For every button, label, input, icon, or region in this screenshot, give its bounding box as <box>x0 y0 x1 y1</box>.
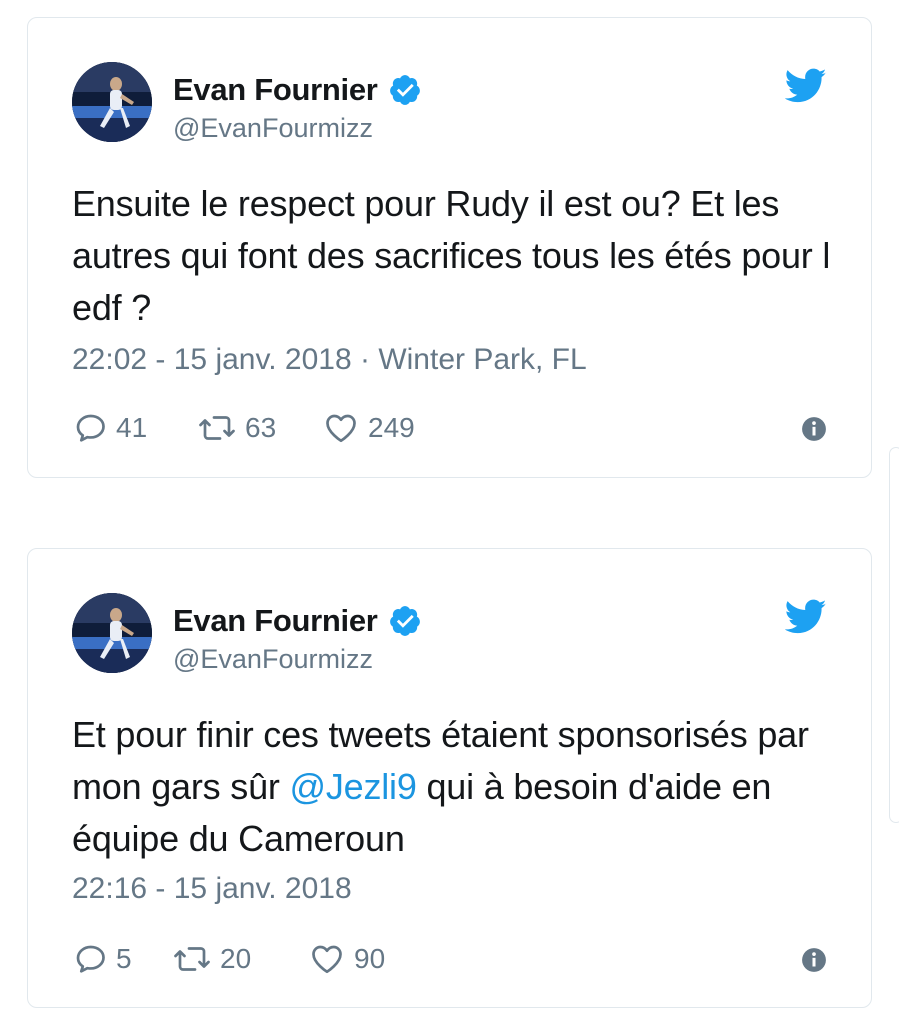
tweet-timestamp[interactable]: 22:16 - 15 janv. 2018 <box>72 872 352 906</box>
display-name[interactable]: Evan Fournier <box>173 603 378 639</box>
reply-button[interactable]: 41 <box>72 410 197 446</box>
tweet-timestamp-location[interactable]: 22:02 - 15 janv. 2018 · Winter Park, FL <box>72 343 587 377</box>
like-button[interactable]: 90 <box>308 941 385 977</box>
retweet-button[interactable]: 20 <box>172 941 308 977</box>
handle[interactable]: @EvanFourmizz <box>173 113 373 144</box>
reply-button[interactable]: 5 <box>72 941 172 977</box>
adjacent-card-edge <box>889 447 899 823</box>
like-count: 249 <box>368 412 415 443</box>
like-icon <box>312 945 342 974</box>
info-icon[interactable] <box>801 947 827 973</box>
retweet-count: 63 <box>245 412 277 443</box>
verified-badge-icon <box>389 606 420 636</box>
twitter-bird-icon[interactable] <box>785 68 827 104</box>
like-icon <box>326 414 356 443</box>
author-row: Evan Fournier <box>173 601 422 641</box>
avatar[interactable] <box>72 593 152 673</box>
action-bar: 5 20 90 <box>72 939 827 979</box>
action-bar: 41 63 249 <box>72 408 827 448</box>
reply-icon <box>76 414 105 442</box>
like-count: 90 <box>354 943 386 974</box>
tweet-card[interactable]: Evan Fournier @EvanFourmizz Ensuite le r… <box>27 17 872 478</box>
mention-link[interactable]: @Jezli9 <box>289 766 416 807</box>
tweet-text: Et pour finir ces tweets étaient sponsor… <box>72 709 831 865</box>
like-button[interactable]: 249 <box>322 410 415 446</box>
tweet-card[interactable]: Evan Fournier @EvanFourmizz Et pour fini… <box>27 548 872 1008</box>
tweet-text: Ensuite le respect pour Rudy il est ou? … <box>72 183 831 328</box>
retweet-button[interactable]: 63 <box>197 410 322 446</box>
author-row: Evan Fournier <box>173 70 422 110</box>
reply-icon <box>76 945 105 973</box>
reply-count: 41 <box>116 412 148 443</box>
retweet-icon <box>199 416 235 440</box>
retweet-icon <box>174 947 210 971</box>
twitter-bird-icon[interactable] <box>785 599 827 635</box>
display-name[interactable]: Evan Fournier <box>173 72 378 108</box>
verified-badge-icon <box>389 75 420 105</box>
retweet-count: 20 <box>220 943 252 974</box>
reply-count: 5 <box>116 943 132 974</box>
info-icon[interactable] <box>801 416 827 442</box>
handle[interactable]: @EvanFourmizz <box>173 644 373 675</box>
avatar[interactable] <box>72 62 152 142</box>
